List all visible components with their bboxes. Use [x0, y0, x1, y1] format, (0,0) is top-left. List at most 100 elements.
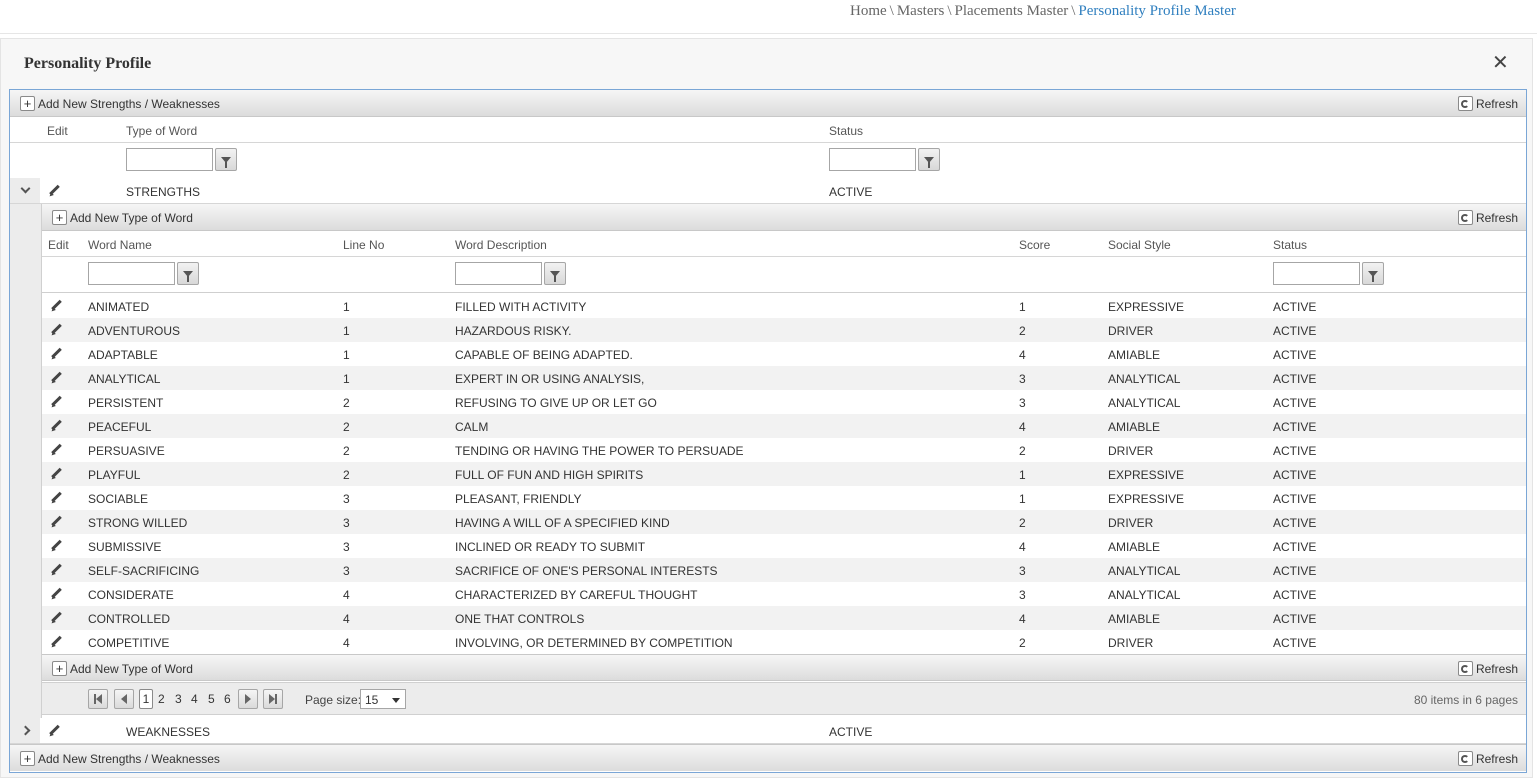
column-header-type-of-word[interactable]: Type of Word	[126, 124, 197, 138]
expand-chevron-right-icon[interactable]	[10, 718, 40, 743]
column-header-social-style[interactable]: Social Style	[1108, 238, 1171, 252]
pencil-icon[interactable]	[50, 444, 62, 456]
refresh-button[interactable]: Refresh	[1457, 209, 1518, 226]
table-row[interactable]: ANIMATED 1 FILLED WITH ACTIVITY 1 EXPRESSIVE…	[42, 294, 1526, 318]
pencil-icon[interactable]	[50, 300, 62, 312]
add-type-of-word-button[interactable]: + Add New Type of Word	[52, 660, 193, 677]
status-cell: ACTIVE	[1273, 588, 1317, 602]
pencil-icon[interactable]	[50, 588, 62, 600]
line-no-cell: 3	[343, 516, 350, 530]
pencil-icon[interactable]	[50, 348, 62, 360]
status-cell: ACTIVE	[1273, 540, 1317, 554]
table-row[interactable]: PLAYFUL 2 FULL OF FUN AND HIGH SPIRITS 1 EXP…	[42, 462, 1526, 486]
next-page-icon[interactable]	[238, 689, 258, 709]
pencil-icon[interactable]	[50, 540, 62, 552]
refresh-button[interactable]: Refresh	[1457, 95, 1518, 112]
filter-icon[interactable]	[215, 148, 237, 171]
page-number[interactable]: 6	[224, 692, 231, 706]
column-header-line-no[interactable]: Line No	[343, 238, 384, 252]
table-row[interactable]: ADAPTABLE 1 CAPABLE OF BEING ADAPTED. 4 AMIA…	[42, 342, 1526, 366]
refresh-label: Refresh	[1475, 96, 1518, 111]
detail-header-row: Edit Word Name Line No Word Description …	[42, 231, 1526, 257]
social-style-cell: DRIVER	[1108, 444, 1154, 458]
first-page-icon[interactable]	[88, 689, 108, 709]
pencil-icon[interactable]	[50, 396, 62, 408]
add-type-of-word-button[interactable]: + Add New Type of Word	[52, 209, 193, 226]
type-of-word-filter-input[interactable]	[126, 148, 213, 171]
page-number[interactable]: 2	[158, 692, 165, 706]
column-header-status[interactable]: Status	[1273, 238, 1307, 252]
word-description-filter-input[interactable]	[455, 262, 542, 285]
pencil-icon[interactable]	[50, 564, 62, 576]
table-row[interactable]: PEACEFUL 2 CALM 4 AMIABLE ACTIVE	[42, 414, 1526, 438]
social-style-cell: AMIABLE	[1108, 420, 1161, 434]
pencil-icon[interactable]	[50, 324, 62, 336]
word-description-cell: TENDING OR HAVING THE POWER TO PERSUADE	[455, 444, 744, 458]
breadcrumb-home[interactable]: Home	[850, 3, 887, 19]
page-number-current[interactable]: 1	[139, 689, 153, 709]
word-description-cell: REFUSING TO GIVE UP OR LET GO	[455, 396, 657, 410]
add-strengths-weaknesses-button[interactable]: + Add New Strengths / Weaknesses	[20, 95, 220, 112]
previous-page-icon[interactable]	[114, 689, 134, 709]
pencil-icon[interactable]	[50, 612, 62, 624]
page-number[interactable]: 4	[191, 692, 198, 706]
social-style-cell: ANALYTICAL	[1108, 564, 1181, 578]
column-header-word-name[interactable]: Word Name	[88, 238, 152, 252]
filter-icon[interactable]	[918, 148, 940, 171]
add-strengths-weaknesses-button[interactable]: + Add New Strengths / Weaknesses	[20, 750, 220, 767]
word-description-cell: PLEASANT, FRIENDLY	[455, 492, 582, 506]
filter-icon[interactable]	[544, 262, 566, 285]
table-row[interactable]: ANALYTICAL 1 EXPERT IN OR USING ANALYSIS, 3…	[42, 366, 1526, 390]
table-row[interactable]: SELF-SACRIFICING 3 SACRIFICE OF ONE'S PERS…	[42, 558, 1526, 582]
refresh-button[interactable]: Refresh	[1457, 750, 1518, 767]
table-row[interactable]: STRONG WILLED 3 HAVING A WILL OF A SPECIFI…	[42, 510, 1526, 534]
pencil-icon[interactable]	[50, 420, 62, 432]
page-number[interactable]: 3	[175, 692, 182, 706]
table-row[interactable]: ADVENTUROUS 1 HAZARDOUS RISKY. 2 DRIVER ACTIV…	[42, 318, 1526, 342]
status-cell: ACTIVE	[1273, 636, 1317, 650]
last-page-icon[interactable]	[263, 689, 283, 709]
table-row[interactable]: CONSIDERATE 4 CHARACTERIZED BY CAREFUL THO…	[42, 582, 1526, 606]
table-row[interactable]: PERSISTENT 2 REFUSING TO GIVE UP OR LET GO…	[42, 390, 1526, 414]
page-number[interactable]: 5	[208, 692, 215, 706]
pencil-icon[interactable]	[50, 492, 62, 504]
collapse-chevron-down-icon[interactable]	[10, 178, 40, 203]
refresh-icon	[1457, 96, 1473, 111]
breadcrumb-placements-master[interactable]: Placements Master	[955, 3, 1069, 19]
pencil-icon[interactable]	[50, 636, 62, 648]
word-name-filter-input[interactable]	[88, 262, 175, 285]
refresh-button[interactable]: Refresh	[1457, 660, 1518, 677]
table-row[interactable]: SUBMISSIVE 3 INCLINED OR READY TO SUBMIT 4 A…	[42, 534, 1526, 558]
score-cell: 4	[1019, 348, 1026, 362]
filter-icon[interactable]	[1362, 262, 1384, 285]
status-cell: ACTIVE	[1273, 324, 1317, 338]
pencil-icon[interactable]	[48, 185, 60, 197]
status-cell: ACTIVE	[1273, 444, 1317, 458]
status-filter-input[interactable]	[1273, 262, 1360, 285]
social-style-cell: AMIABLE	[1108, 540, 1161, 554]
status-cell: ACTIVE	[1273, 372, 1317, 386]
word-name-cell: PEACEFUL	[88, 420, 152, 434]
pencil-icon[interactable]	[48, 725, 60, 737]
pencil-icon[interactable]	[50, 516, 62, 528]
line-no-cell: 1	[343, 372, 350, 386]
filter-icon[interactable]	[177, 262, 199, 285]
column-header-score[interactable]: Score	[1019, 238, 1050, 252]
table-row[interactable]: CONTROLLED 4 ONE THAT CONTROLS 4 AMIABLE ACTI…	[42, 606, 1526, 630]
refresh-icon	[1457, 751, 1473, 766]
table-row[interactable]: PERSUASIVE 2 TENDING OR HAVING THE POWER T…	[42, 438, 1526, 462]
add-type-of-word-label: Add New Type of Word	[70, 661, 193, 676]
column-header-word-description[interactable]: Word Description	[455, 238, 547, 252]
table-row[interactable]: SOCIABLE 3 PLEASANT, FRIENDLY 1 EXPRESSIVE AC…	[42, 486, 1526, 510]
page-size-select[interactable]: 15	[360, 689, 406, 709]
column-header-status[interactable]: Status	[829, 124, 863, 138]
word-description-cell: HAZARDOUS RISKY.	[455, 324, 572, 338]
pencil-icon[interactable]	[50, 372, 62, 384]
breadcrumb-masters[interactable]: Masters	[897, 3, 945, 19]
table-row[interactable]: COMPETITIVE 4 INVOLVING, OR DETERMINED BY …	[42, 630, 1526, 654]
breadcrumb-separator: \	[889, 3, 894, 19]
pencil-icon[interactable]	[50, 468, 62, 480]
status-filter-input[interactable]	[829, 148, 916, 171]
close-icon[interactable]: ✕	[1492, 53, 1509, 73]
word-name-cell: ANALYTICAL	[88, 372, 161, 386]
